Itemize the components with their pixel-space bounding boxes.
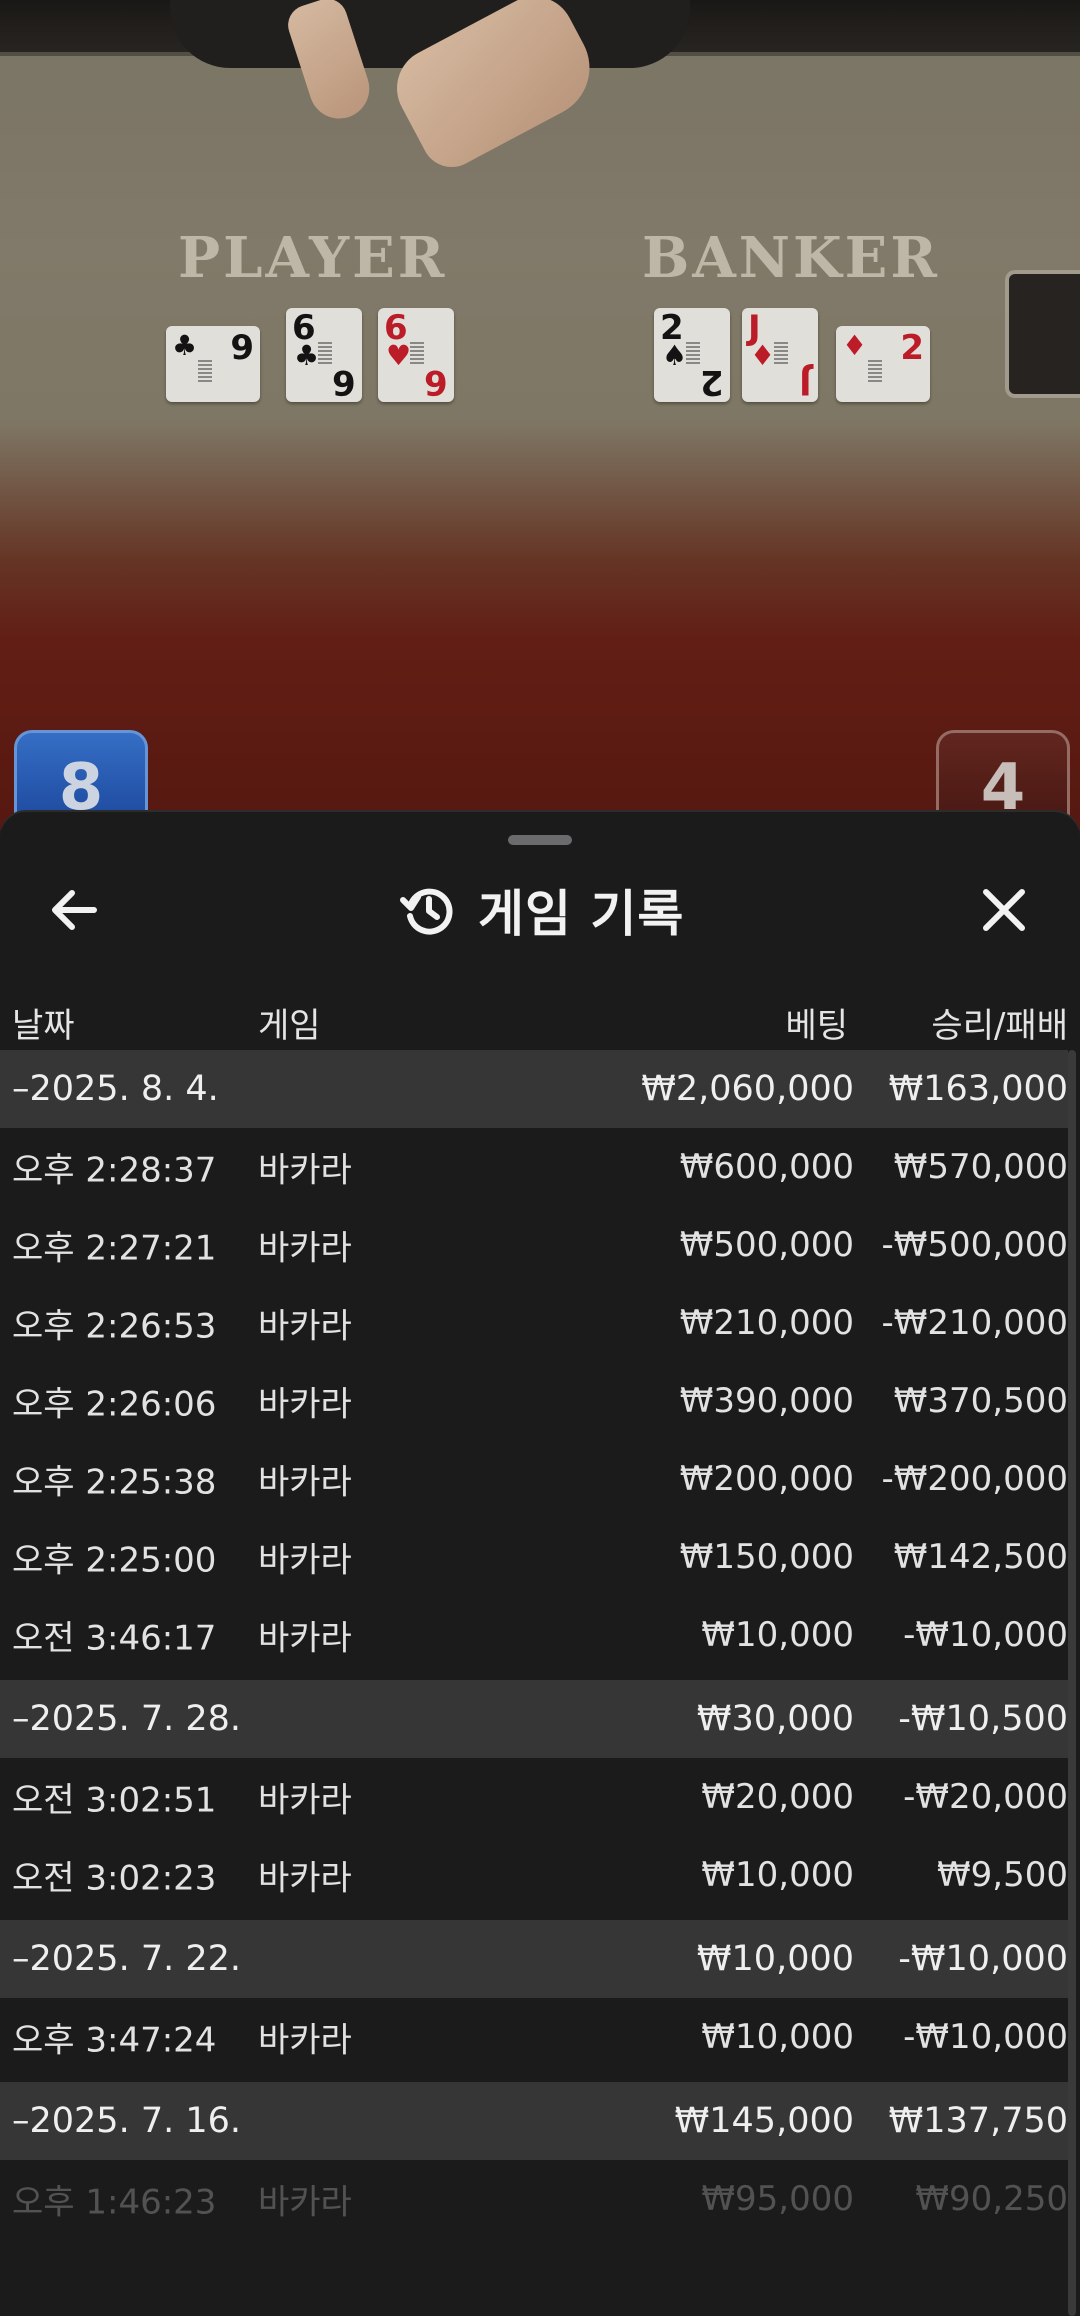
- row-bet-amount: ₩200,000: [679, 1459, 854, 1499]
- row-date: 오전 3:02:51: [12, 1780, 217, 1821]
- row-win-loss-amount: ₩142,500: [893, 1537, 1068, 1577]
- row-game: 바카라: [258, 1780, 352, 1821]
- game-record-row[interactable]: 오후 2:27:21 바카라 ₩500,000 -₩500,000: [0, 1206, 1068, 1284]
- game-record-row[interactable]: 오후 1:46:23 바카라 ₩95,000 ₩90,250: [0, 2160, 1068, 2238]
- row-win-loss-amount: -₩200,000: [881, 1459, 1069, 1499]
- row-bet-amount: ₩600,000: [679, 1147, 854, 1187]
- row-date: 오후 2:28:37: [12, 1150, 217, 1191]
- row-date: 오전 3:02:23: [12, 1858, 217, 1899]
- row-game: 바카라: [258, 1540, 352, 1581]
- row-win-loss-amount: -₩10,000: [903, 1615, 1068, 1655]
- row-bet-amount: ₩2,060,000: [641, 1069, 854, 1109]
- row-game: 바카라: [258, 1150, 352, 1191]
- row-win-loss-amount: -₩20,000: [903, 1777, 1068, 1817]
- row-bet-amount: ₩10,000: [701, 2017, 854, 2057]
- row-date: 오후 1:46:23: [12, 2182, 217, 2223]
- row-game: 바카라: [258, 1618, 352, 1659]
- row-win-loss-amount: -₩210,000: [881, 1303, 1069, 1343]
- row-bet-amount: ₩30,000: [696, 1699, 854, 1739]
- row-win-loss-amount: ₩9,500: [937, 1855, 1068, 1895]
- row-bet-amount: ₩20,000: [701, 1777, 854, 1817]
- sheet-title: 게임 기록: [478, 885, 685, 943]
- row-win-loss-amount: -₩500,000: [881, 1225, 1069, 1265]
- video-dim-overlay: [0, 0, 1080, 830]
- date-group-row[interactable]: –2025. 7. 16. ₩145,000 ₩137,750: [0, 2082, 1068, 2160]
- row-bet-amount: ₩10,000: [701, 1615, 854, 1655]
- column-header-date: 날짜: [12, 1006, 75, 1046]
- game-record-row[interactable]: 오후 2:26:53 바카라 ₩210,000 -₩210,000: [0, 1284, 1068, 1362]
- row-game: 바카라: [258, 1462, 352, 1503]
- date-group-row[interactable]: –2025. 7. 22. ₩10,000 -₩10,000: [0, 1920, 1068, 1998]
- column-header-bet: 베팅: [785, 1006, 848, 1046]
- row-bet-amount: ₩10,000: [696, 1939, 854, 1979]
- sheet-drag-handle[interactable]: [508, 835, 572, 845]
- game-record-row[interactable]: 오전 3:02:23 바카라 ₩10,000 ₩9,500: [0, 1836, 1068, 1914]
- close-icon: [983, 889, 1025, 931]
- row-win-loss-amount: -₩10,500: [898, 1699, 1068, 1739]
- row-game: 바카라: [258, 1384, 352, 1425]
- history-table-body: –2025. 8. 4. ₩2,060,000 ₩163,000 오후 2:28:37…: [0, 1050, 1068, 2238]
- game-history-sheet: 게임 기록 날짜 게임 베팅 승리/패배 –2025. 8. 4. ₩2,060,…: [0, 812, 1080, 2316]
- date-group-row[interactable]: –2025. 8. 4. ₩2,060,000 ₩163,000: [0, 1050, 1068, 1128]
- game-record-row[interactable]: 오후 2:26:06 바카라 ₩390,000 ₩370,500: [0, 1362, 1068, 1440]
- row-date: –2025. 7. 16.: [12, 2101, 242, 2141]
- row-date: 오전 3:46:17: [12, 1618, 217, 1659]
- row-bet-amount: ₩210,000: [679, 1303, 854, 1343]
- row-game: 바카라: [258, 1228, 352, 1269]
- table-header: 날짜 게임 베팅 승리/패배: [0, 984, 1080, 1050]
- row-date: 오후 2:25:00: [12, 1540, 217, 1581]
- sheet-header: 게임 기록: [0, 860, 1080, 960]
- row-bet-amount: ₩10,000: [701, 1855, 854, 1895]
- column-header-win-loss: 승리/패배: [931, 1006, 1068, 1046]
- row-date: 오후 2:25:38: [12, 1462, 217, 1503]
- row-win-loss-amount: ₩137,750: [888, 2101, 1068, 2141]
- row-win-loss-amount: ₩370,500: [893, 1381, 1068, 1421]
- arrow-left-icon: [52, 890, 97, 930]
- game-record-row[interactable]: 오후 2:25:38 바카라 ₩200,000 -₩200,000: [0, 1440, 1068, 1518]
- row-date: 오후 3:47:24: [12, 2020, 217, 2061]
- live-table-video: PLAYER BANKER ♣ 9 6 ♣ 6 6 ♥ 6 2 ♠ 2 J ♦ J ♦ 2 8 4: [0, 0, 1080, 830]
- row-bet-amount: ₩150,000: [679, 1537, 854, 1577]
- row-game: 바카라: [258, 1306, 352, 1347]
- row-win-loss-amount: ₩163,000: [888, 1069, 1068, 1109]
- close-button[interactable]: [976, 882, 1032, 938]
- row-game: 바카라: [258, 2020, 352, 2061]
- row-bet-amount: ₩145,000: [674, 2101, 854, 2141]
- row-date: 오후 2:27:21: [12, 1228, 217, 1269]
- row-win-loss-amount: -₩10,000: [903, 2017, 1068, 2057]
- game-record-row[interactable]: 오후 3:47:24 바카라 ₩10,000 -₩10,000: [0, 1998, 1068, 2076]
- column-header-game: 게임: [258, 1006, 321, 1046]
- row-date: –2025. 7. 28.: [12, 1699, 242, 1739]
- row-date: 오후 2:26:53: [12, 1306, 217, 1347]
- row-win-loss-amount: ₩90,250: [915, 2179, 1068, 2219]
- row-date: 오후 2:26:06: [12, 1384, 217, 1425]
- sheet-title-group: 게임 기록: [400, 860, 684, 960]
- game-record-row[interactable]: 오전 3:02:51 바카라 ₩20,000 -₩20,000: [0, 1758, 1068, 1836]
- row-date: –2025. 7. 22.: [12, 1939, 242, 1979]
- game-record-row[interactable]: 오후 2:28:37 바카라 ₩600,000 ₩570,000: [0, 1128, 1068, 1206]
- row-bet-amount: ₩500,000: [679, 1225, 854, 1265]
- row-bet-amount: ₩390,000: [679, 1381, 854, 1421]
- game-record-row[interactable]: 오후 2:25:00 바카라 ₩150,000 ₩142,500: [0, 1518, 1068, 1596]
- row-win-loss-amount: -₩10,000: [898, 1939, 1068, 1979]
- row-game: 바카라: [258, 1858, 352, 1899]
- back-button[interactable]: [46, 882, 106, 938]
- date-group-row[interactable]: –2025. 7. 28. ₩30,000 -₩10,500: [0, 1680, 1068, 1758]
- row-game: 바카라: [258, 2182, 352, 2223]
- history-icon: [400, 888, 453, 935]
- row-win-loss-amount: ₩570,000: [893, 1147, 1068, 1187]
- game-record-row[interactable]: 오전 3:46:17 바카라 ₩10,000 -₩10,000: [0, 1596, 1068, 1674]
- row-date: –2025. 8. 4.: [12, 1069, 219, 1109]
- scrollbar[interactable]: [1068, 1050, 1076, 2316]
- row-bet-amount: ₩95,000: [701, 2179, 854, 2219]
